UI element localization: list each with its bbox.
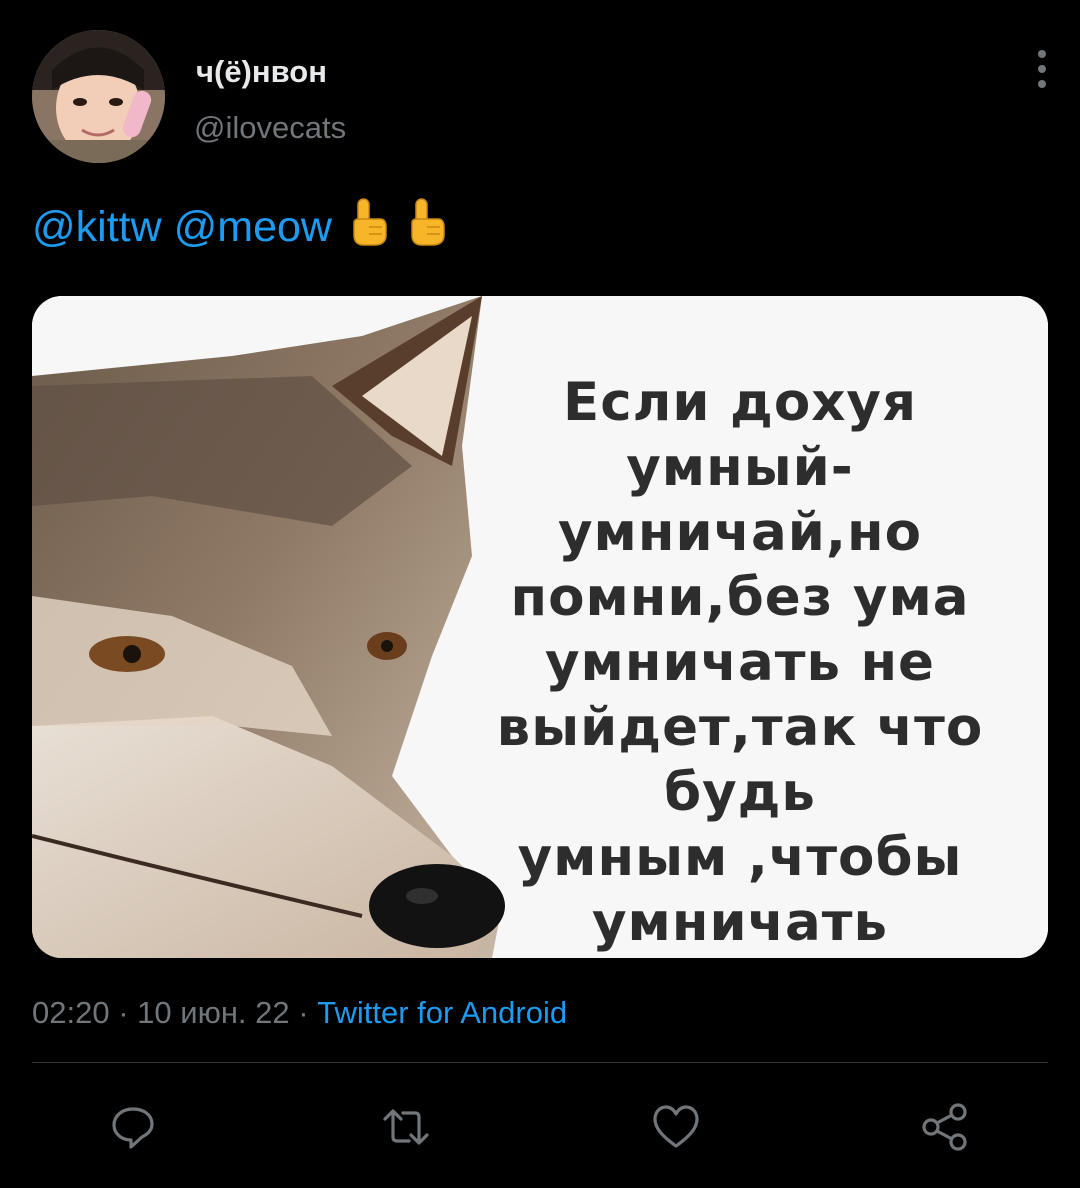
more-dot	[1038, 50, 1046, 58]
share-icon	[922, 1103, 967, 1151]
pointing-up-emoji-icon	[350, 197, 390, 261]
meme-line: умничать не	[544, 632, 936, 693]
meme-line: выйдет,так что	[496, 697, 984, 758]
reply-button[interactable]	[108, 1102, 158, 1152]
tweet-text: @kittw @meow	[32, 197, 448, 261]
meme-line: умничай,но	[557, 502, 923, 563]
mention-link[interactable]: @meow	[174, 203, 332, 251]
like-button[interactable]	[651, 1102, 701, 1152]
meme-line: умный-	[626, 437, 854, 498]
meta-separator: ·	[118, 995, 129, 1030]
meme-line: помни,без ума	[510, 567, 970, 628]
more-dot	[1038, 80, 1046, 88]
share-button[interactable]	[920, 1102, 970, 1152]
tweet-time[interactable]: 02:20	[32, 995, 110, 1030]
retweet-button[interactable]	[381, 1102, 431, 1152]
divider	[32, 1062, 1048, 1063]
meme-line: Если дохуя	[562, 372, 917, 433]
retweet-icon	[383, 1109, 429, 1145]
pointing-up-emoji-icon	[408, 197, 448, 261]
tweet-meta: 02:20 · 10 июн. 22 · Twitter for Android	[32, 995, 567, 1031]
meme-caption: Если дохуя умный- умничай,но помни,без у…	[430, 370, 1050, 955]
meta-separator: ·	[298, 995, 309, 1030]
more-options-icon[interactable]	[1020, 46, 1064, 92]
meme-line: будь	[664, 762, 816, 823]
tweet-date[interactable]: 10 июн. 22	[137, 995, 290, 1030]
meme-line: умным ,чтобы	[517, 827, 963, 888]
reply-icon	[112, 1107, 154, 1149]
user-handle[interactable]: @ilovecats	[194, 110, 346, 146]
more-dot	[1038, 65, 1046, 73]
display-name[interactable]: ч(ё)нвон	[196, 54, 327, 90]
avatar[interactable]	[32, 30, 165, 163]
like-icon	[653, 1105, 699, 1148]
tweet-source-link[interactable]: Twitter for Android	[317, 995, 567, 1030]
avatar-image	[32, 30, 165, 163]
meme-line: умничать	[591, 892, 888, 953]
mention-link[interactable]: @kittw	[32, 203, 162, 251]
